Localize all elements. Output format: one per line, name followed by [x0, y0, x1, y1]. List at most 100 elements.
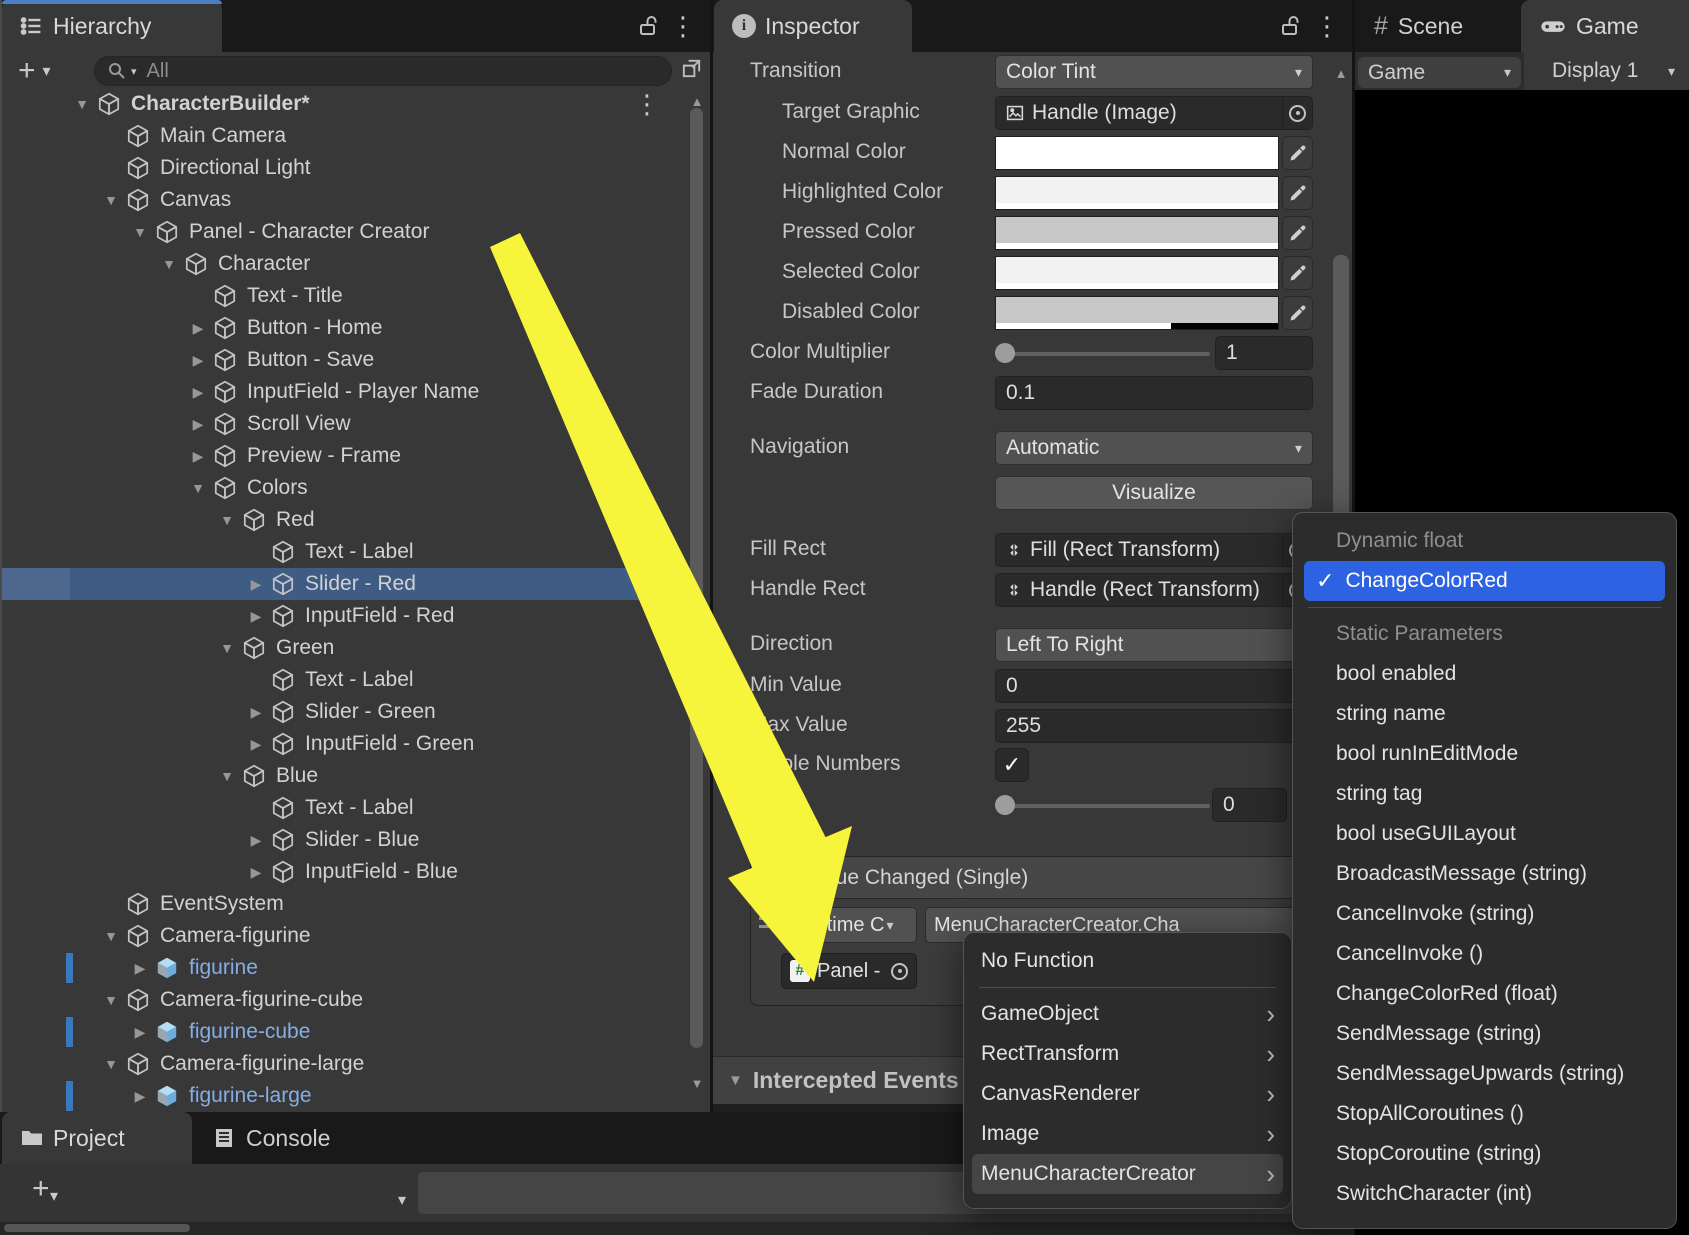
menu-item-method[interactable]: CancelInvoke (string) [1293, 894, 1676, 934]
hierarchy-tree-row[interactable]: Text - Title ⋮ [2, 280, 690, 312]
event-mode-dropdown[interactable]: Runtime C ▾ [781, 907, 917, 943]
fold-arrow-icon[interactable]: ▶ [126, 1024, 154, 1041]
fold-arrow-icon[interactable]: ▶ [126, 1088, 154, 1105]
eyedropper-button[interactable] [1282, 216, 1313, 250]
menu-item-no-function[interactable]: No Function [964, 941, 1291, 981]
eyedropper-button[interactable] [1282, 136, 1313, 170]
menu-item-component[interactable]: CanvasRenderer › [964, 1074, 1291, 1114]
scroll-up-icon[interactable]: ▲ [1330, 66, 1352, 81]
fold-arrow-icon[interactable]: ▶ [242, 608, 270, 625]
fold-arrow-icon[interactable]: ▼ [97, 928, 125, 944]
hierarchy-tree-row[interactable]: ▶ figurine-cube ⋮ [2, 1016, 690, 1048]
eyedropper-button[interactable] [1282, 176, 1313, 210]
menu-item-component[interactable]: GameObject › [964, 994, 1291, 1034]
color-swatch[interactable] [995, 136, 1279, 170]
hierarchy-tree-row[interactable]: ▶ Preview - Frame ⋮ [2, 440, 690, 472]
scroll-up-icon[interactable]: ▲ [686, 94, 708, 109]
hierarchy-tree-row[interactable]: ▶ InputField - Green ⋮ [2, 728, 690, 760]
hierarchy-tree-row[interactable]: ▼ Camera-figurine-cube ⋮ [2, 984, 690, 1016]
menu-item-method[interactable]: SendMessageUpwards (string) [1293, 1054, 1676, 1094]
fold-arrow-icon[interactable]: ▶ [184, 384, 212, 401]
fold-arrow-icon[interactable]: ▼ [213, 768, 241, 784]
menu-item-method[interactable]: StopCoroutine (string) [1293, 1134, 1676, 1174]
eyedropper-button[interactable] [1282, 256, 1313, 290]
menu-item-method[interactable]: StopAllCoroutines () [1293, 1094, 1676, 1134]
hierarchy-tree-row[interactable]: ▼ Colors ⋮ [2, 472, 690, 504]
tab-hierarchy[interactable]: Hierarchy [2, 0, 222, 52]
color-swatch[interactable] [995, 256, 1279, 290]
navigation-dropdown[interactable]: Automatic ▾ [995, 431, 1313, 465]
column-layout-caret[interactable]: ▾ [398, 1190, 406, 1210]
hierarchy-tree-row[interactable]: ▶ InputField - Player Name ⋮ [2, 376, 690, 408]
fold-arrow-icon[interactable]: ▶ [126, 960, 154, 977]
fold-arrow-icon[interactable]: ▶ [242, 704, 270, 721]
object-picker-icon[interactable] [891, 963, 908, 980]
fold-arrow-icon[interactable]: ▼ [155, 256, 183, 272]
menu-item-method[interactable]: ChangeColorRed (float) [1293, 974, 1676, 1014]
fold-arrow-icon[interactable]: ▼ [728, 1072, 743, 1089]
hierarchy-lock-icon[interactable] [636, 13, 662, 39]
hierarchy-tree-row[interactable]: ▶ Scroll View ⋮ [2, 408, 690, 440]
hierarchy-tree-row[interactable]: ▼ Red ⋮ [2, 504, 690, 536]
hierarchy-tree-row[interactable]: ▶ Button - Home ⋮ [2, 312, 690, 344]
inspector-menu-kebab[interactable]: ⋮ [1314, 13, 1340, 39]
fold-arrow-icon[interactable]: ▼ [213, 640, 241, 656]
menu-item-method[interactable]: string tag [1293, 774, 1676, 814]
menu-item-method[interactable]: bool enabled [1293, 654, 1676, 694]
hierarchy-search-input[interactable]: ▾ All [94, 56, 672, 86]
hierarchy-tree-row[interactable]: Text - Label ⋮ [2, 664, 690, 696]
inspector-lock-icon[interactable] [1278, 13, 1304, 39]
display-dropdown[interactable]: Display 1 ▾ [1524, 52, 1689, 90]
menu-item-component[interactable]: MenuCharacterCreator › [972, 1154, 1283, 1194]
menu-item-component[interactable]: Image › [964, 1114, 1291, 1154]
hierarchy-tree-row[interactable]: ▼ Canvas ⋮ [2, 184, 690, 216]
tab-console[interactable]: Console [212, 1112, 330, 1164]
hierarchy-tree-row[interactable]: ▶ figurine ⋮ [2, 952, 690, 984]
tab-game[interactable]: Game [1521, 0, 1689, 52]
fade-duration-field[interactable]: 0.1 [995, 376, 1313, 410]
tab-inspector[interactable]: i Inspector [714, 0, 912, 52]
search-filter-caret[interactable]: ▾ [131, 65, 137, 78]
menu-item-component[interactable]: RectTransform › [964, 1034, 1291, 1074]
hierarchy-tree-row[interactable]: ▶ figurine-large ⋮ [2, 1080, 690, 1112]
hierarchy-menu-kebab[interactable]: ⋮ [670, 13, 696, 39]
color-multiplier-slider[interactable] [995, 336, 1210, 370]
hierarchy-tree-row[interactable]: Main Camera ⋮ [2, 120, 690, 152]
fold-arrow-icon[interactable]: ▼ [68, 96, 96, 112]
whole-numbers-checkbox[interactable]: ✓ [995, 748, 1029, 782]
fill-rect-object-field[interactable]: Fill (Rect Transform) [995, 533, 1313, 567]
fold-arrow-icon[interactable]: ▶ [242, 736, 270, 753]
hierarchy-tree-row[interactable]: ▼ Panel - Character Creator ⋮ [2, 216, 690, 248]
hierarchy-tree-row[interactable]: Text - Label ⋮ [2, 792, 690, 824]
hierarchy-scrollbar-thumb[interactable] [690, 108, 703, 1048]
slider-handle[interactable] [995, 795, 1015, 815]
tab-project[interactable]: Project [2, 1112, 192, 1164]
event-drag-handle-icon[interactable] [759, 917, 779, 933]
hierarchy-tree-row[interactable]: ▼ CharacterBuilder* ⋮ [2, 88, 690, 120]
hierarchy-tree-row[interactable]: ▼ Green ⋮ [2, 632, 690, 664]
hierarchy-tree-row[interactable]: ▼ Camera-figurine ⋮ [2, 920, 690, 952]
create-object-caret[interactable]: ▾ [43, 61, 51, 81]
target-graphic-object-field[interactable]: Handle (Image) [995, 96, 1313, 130]
project-hscrollbar[interactable] [0, 1222, 1354, 1235]
eyedropper-button[interactable] [1282, 296, 1313, 330]
color-swatch[interactable] [995, 296, 1279, 330]
pane-divider[interactable] [710, 0, 713, 1235]
hierarchy-tree-row[interactable]: ▶ InputField - Red ⋮ [2, 600, 690, 632]
hierarchy-tree-row[interactable]: ▼ Blue ⋮ [2, 760, 690, 792]
create-asset-caret[interactable]: ▾ [50, 1186, 58, 1206]
max-value-field[interactable]: 255 [995, 709, 1313, 743]
menu-item-method[interactable]: SwitchCharacter (int) [1293, 1174, 1676, 1214]
fold-arrow-icon[interactable]: ▶ [184, 352, 212, 369]
fold-arrow-icon[interactable]: ▶ [184, 448, 212, 465]
fold-arrow-icon[interactable]: ▶ [242, 864, 270, 881]
slider-handle[interactable] [995, 343, 1015, 363]
hierarchy-tree-row[interactable]: ▼ Character ⋮ [2, 248, 690, 280]
popout-window-icon[interactable] [678, 55, 704, 81]
value-slider[interactable] [995, 788, 1210, 822]
direction-dropdown[interactable]: Left To Right ▾ [995, 628, 1313, 662]
hierarchy-tree-row[interactable]: ▶ Slider - Blue ⋮ [2, 824, 690, 856]
hierarchy-tree-row[interactable]: Text - Label ⋮ [2, 536, 690, 568]
menu-item-method[interactable]: BroadcastMessage (string) [1293, 854, 1676, 894]
fold-arrow-icon[interactable]: ▶ [242, 576, 270, 593]
